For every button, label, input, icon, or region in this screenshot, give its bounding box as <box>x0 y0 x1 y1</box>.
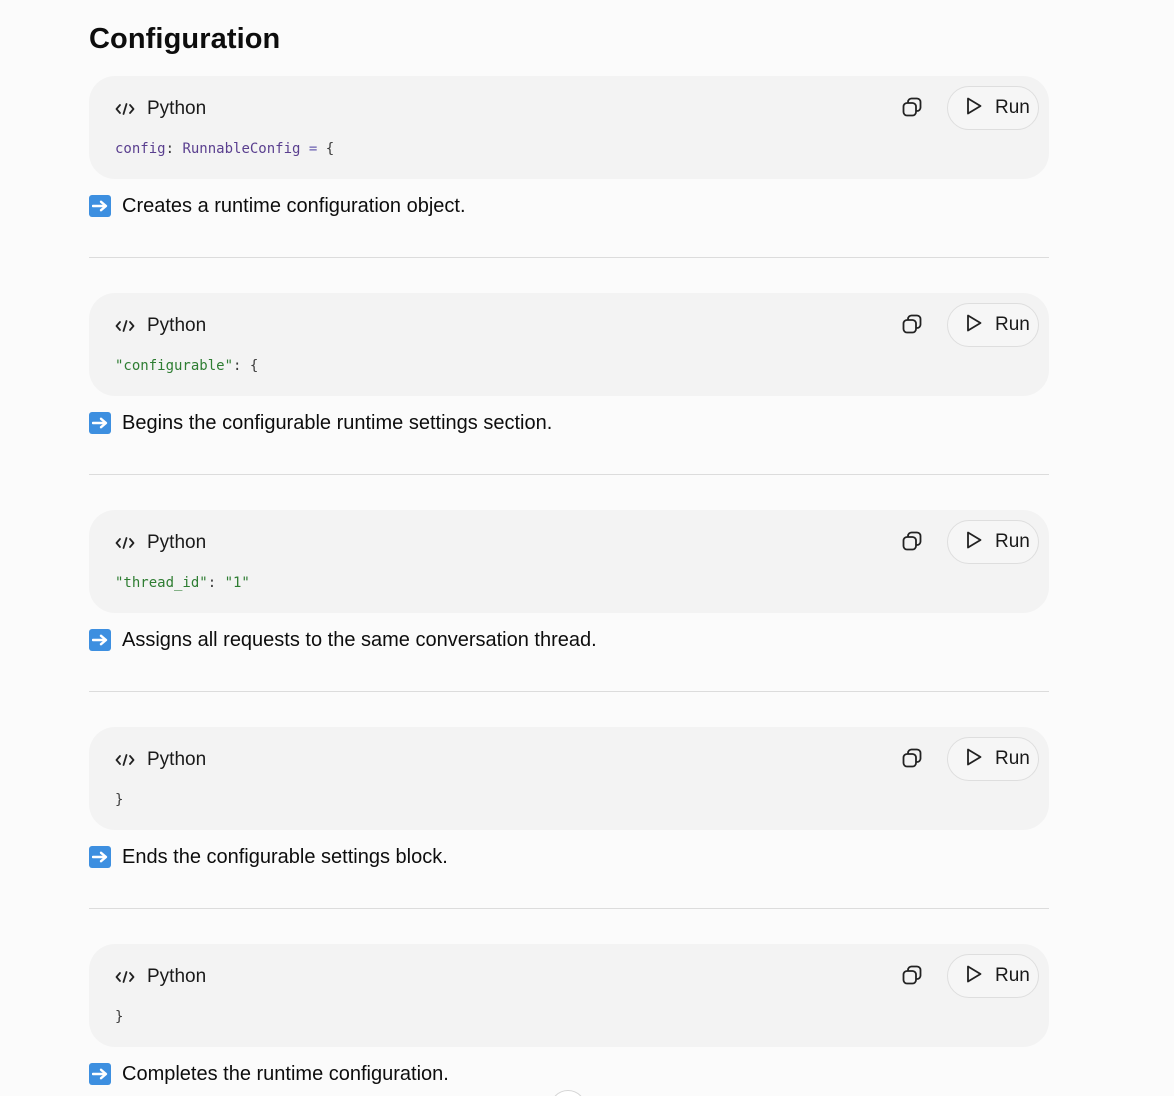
run-code-button[interactable]: Run <box>947 737 1039 781</box>
explanation-line: Begins the configurable runtime settings… <box>89 396 1049 450</box>
code-explanation-item: Python Run } <box>89 944 1049 1096</box>
run-code-button[interactable]: Run <box>947 86 1039 130</box>
play-icon <box>965 964 983 989</box>
code-line: "thread_id": "1" <box>115 573 250 593</box>
code-explanation-list: Python Run config: RunnableConfig = {Cr… <box>89 76 1049 1096</box>
run-button-label: Run <box>995 748 1030 769</box>
code-block-header: Python <box>115 964 206 990</box>
message-content: Configuration Python Run config: Runnabl… <box>89 0 1049 1096</box>
explanation-text: Creates a runtime configuration object. <box>122 195 466 217</box>
explanation-line: Completes the runtime configuration. <box>89 1047 1049 1096</box>
code-block: Python Run } <box>89 944 1049 1047</box>
code-language-label: Python <box>147 532 207 553</box>
code-token: "configurable" <box>115 358 234 374</box>
right-arrow-emoji-icon <box>89 846 111 868</box>
code-token: = <box>300 141 326 157</box>
code-explanation-item: Python Run "thread_id": "1" Assigns all … <box>89 510 1049 692</box>
explanation-line: Assigns all requests to the same convers… <box>89 613 1049 667</box>
chat-page: Configuration Python Run config: Runnabl… <box>0 0 1174 1096</box>
code-icon <box>115 535 135 551</box>
code-explanation-item: Python Run } <box>89 727 1049 909</box>
play-icon <box>965 747 983 772</box>
code-explanation-item: Python Run "configurable": {Begins the … <box>89 293 1049 475</box>
copy-code-button[interactable] <box>897 962 927 992</box>
code-icon <box>115 969 135 985</box>
run-button-label: Run <box>995 531 1030 552</box>
code-token: config <box>115 141 166 157</box>
run-code-button[interactable]: Run <box>947 954 1039 998</box>
code-icon <box>115 318 135 334</box>
run-button-label: Run <box>995 965 1030 986</box>
code-language-label: Python <box>147 98 207 119</box>
code-line: } <box>115 1007 123 1027</box>
play-icon <box>965 96 983 121</box>
run-button-label: Run <box>995 314 1030 335</box>
code-line: config: RunnableConfig = { <box>115 139 334 159</box>
right-arrow-emoji-icon <box>89 412 111 434</box>
code-language-label: Python <box>147 315 207 336</box>
right-arrow-emoji-icon <box>89 1063 111 1085</box>
code-icon <box>115 101 135 117</box>
code-explanation-item: Python Run config: RunnableConfig = {Cr… <box>89 76 1049 258</box>
code-block: Python Run "configurable": { <box>89 293 1049 396</box>
code-token: RunnableConfig <box>182 141 301 157</box>
explanation-text: Completes the runtime configuration. <box>122 1063 449 1085</box>
code-block: Python Run "thread_id": "1" <box>89 510 1049 613</box>
copy-code-button[interactable] <box>897 528 927 558</box>
section-heading: Configuration <box>89 23 281 55</box>
right-arrow-emoji-icon <box>89 629 111 651</box>
code-block-header: Python <box>115 530 206 556</box>
code-block-header: Python <box>115 313 206 339</box>
code-icon <box>115 752 135 768</box>
copy-icon <box>901 964 923 991</box>
run-code-button[interactable]: Run <box>947 520 1039 564</box>
explanation-text: Begins the configurable runtime settings… <box>122 412 553 434</box>
right-arrow-emoji-icon <box>89 195 111 217</box>
code-line: "configurable": { <box>115 356 258 376</box>
code-language-label: Python <box>147 749 207 770</box>
copy-code-button[interactable] <box>897 311 927 341</box>
divider <box>89 908 1049 909</box>
copy-icon <box>901 313 923 340</box>
play-icon <box>965 313 983 338</box>
code-line: } <box>115 790 123 810</box>
copy-code-button[interactable] <box>897 94 927 124</box>
explanation-line: Ends the configurable settings block. <box>89 830 1049 884</box>
code-token: "thread_id" <box>115 575 208 591</box>
copy-icon <box>901 747 923 774</box>
code-language-label: Python <box>147 966 207 987</box>
explanation-line: Creates a runtime configuration object. <box>89 179 1049 233</box>
code-token: { <box>325 141 335 157</box>
code-token: : <box>165 141 183 157</box>
explanation-text: Assigns all requests to the same convers… <box>122 629 597 651</box>
code-token: : <box>207 575 225 591</box>
play-icon <box>965 530 983 555</box>
divider <box>89 691 1049 692</box>
copy-code-button[interactable] <box>897 745 927 775</box>
code-token: } <box>115 1009 124 1025</box>
run-button-label: Run <box>995 97 1030 118</box>
explanation-text: Ends the configurable settings block. <box>122 846 448 868</box>
code-block: Python Run config: RunnableConfig = { <box>89 76 1049 179</box>
code-token: "1" <box>224 575 250 591</box>
divider <box>89 257 1049 258</box>
divider <box>89 474 1049 475</box>
run-code-button[interactable]: Run <box>947 303 1039 347</box>
code-block-header: Python <box>115 96 206 122</box>
code-token: } <box>115 792 124 808</box>
copy-icon <box>901 96 923 123</box>
copy-icon <box>901 530 923 557</box>
code-block: Python Run } <box>89 727 1049 830</box>
code-block-header: Python <box>115 747 206 773</box>
code-token: : { <box>233 358 259 374</box>
